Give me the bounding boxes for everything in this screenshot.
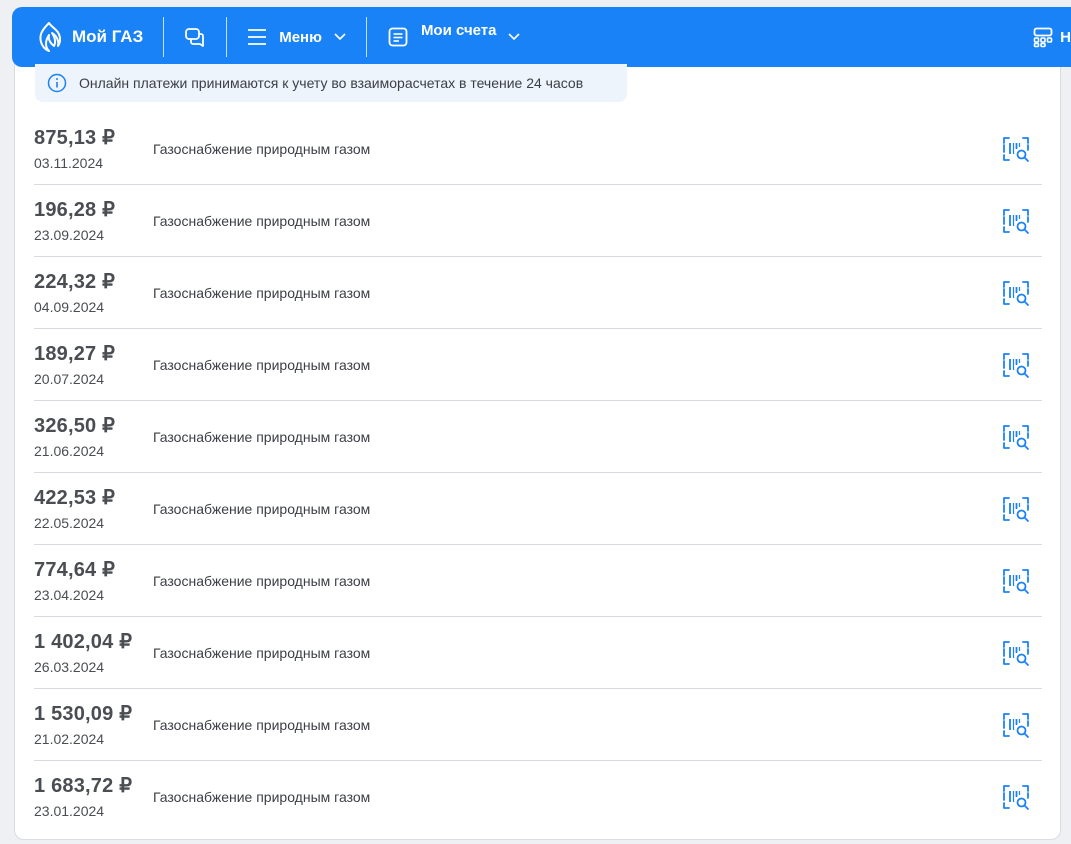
payment-date: 20.07.2024 xyxy=(34,371,105,387)
calculator-icon xyxy=(1033,27,1053,48)
right-nav-button[interactable]: Н xyxy=(1014,7,1071,67)
payment-description: Газоснабжение природным газом xyxy=(153,501,371,517)
payment-amount: 875,13 ₽ xyxy=(34,127,116,149)
payment-date: 23.04.2024 xyxy=(34,587,105,603)
payment-description: Газоснабжение природным газом xyxy=(153,285,371,301)
my-accounts-label: Мои счета xyxy=(420,21,497,39)
chat-button[interactable] xyxy=(164,7,226,67)
payment-date: 04.09.2024 xyxy=(34,299,105,315)
payment-amount: 326,50 ₽ xyxy=(34,415,116,437)
payment-description: Газоснабжение природным газом xyxy=(153,717,371,733)
info-notice-text: Онлайн платежи принимаются к учету во вз… xyxy=(79,75,584,91)
payment-amount: 196,28 ₽ xyxy=(34,199,116,221)
payment-description: Газоснабжение природным газом xyxy=(153,141,371,157)
chevron-down-icon xyxy=(334,33,346,41)
receipt-scan-icon[interactable] xyxy=(1002,495,1030,523)
payment-amount: 1 683,72 ₽ xyxy=(34,775,133,797)
payment-date: 23.09.2024 xyxy=(34,227,105,243)
payment-row: 326,50 ₽ 21.06.2024 Газоснабжение природ… xyxy=(34,401,1042,473)
payment-amount: 774,64 ₽ xyxy=(34,559,116,581)
payment-description: Газоснабжение природным газом xyxy=(153,573,371,589)
receipt-scan-icon[interactable] xyxy=(1002,567,1030,595)
brand-name: Мой ГАЗ xyxy=(72,27,144,46)
payment-row: 1 530,09 ₽ 21.02.2024 Газоснабжение прир… xyxy=(34,689,1042,761)
payment-row: 224,32 ₽ 04.09.2024 Газоснабжение природ… xyxy=(34,257,1042,329)
payment-row: 1 402,04 ₽ 26.03.2024 Газоснабжение прир… xyxy=(34,617,1042,689)
info-notice: Онлайн платежи принимаются к учету во вз… xyxy=(35,64,627,102)
chevron-down-icon xyxy=(508,33,521,41)
payment-amount: 422,53 ₽ xyxy=(34,487,116,509)
chat-bubbles-icon xyxy=(185,28,205,47)
payment-row: 1 683,72 ₽ 23.01.2024 Газоснабжение прир… xyxy=(34,761,1042,833)
receipt-scan-icon[interactable] xyxy=(1002,783,1030,811)
account-document-icon xyxy=(388,27,408,47)
my-accounts-button[interactable]: Мои счета xyxy=(367,7,541,67)
payment-amount: 1 530,09 ₽ xyxy=(34,703,133,725)
payment-row: 422,53 ₽ 22.05.2024 Газоснабжение природ… xyxy=(34,473,1042,545)
payment-date: 21.02.2024 xyxy=(34,731,105,747)
receipt-scan-icon[interactable] xyxy=(1002,279,1030,307)
receipt-scan-icon[interactable] xyxy=(1002,207,1030,235)
payment-date: 23.01.2024 xyxy=(34,803,105,819)
right-nav-label: Н xyxy=(1060,28,1071,46)
payment-date: 26.03.2024 xyxy=(34,659,105,675)
payment-date: 03.11.2024 xyxy=(34,155,104,171)
payment-amount: 224,32 ₽ xyxy=(34,271,116,293)
payment-row: 774,64 ₽ 23.04.2024 Газоснабжение природ… xyxy=(34,545,1042,617)
brand-logo-link[interactable]: Мой ГАЗ xyxy=(12,7,163,67)
payment-row: 875,13 ₽ 03.11.2024 Газоснабжение природ… xyxy=(34,113,1042,185)
top-nav-bar: Мой ГАЗ Меню Мои счета Н xyxy=(12,7,1071,67)
payment-row: 196,28 ₽ 23.09.2024 Газоснабжение природ… xyxy=(34,185,1042,257)
payment-description: Газоснабжение природным газом xyxy=(153,357,371,373)
payment-amount: 189,27 ₽ xyxy=(34,343,116,365)
payment-date: 22.05.2024 xyxy=(34,515,105,531)
receipt-scan-icon[interactable] xyxy=(1002,135,1030,163)
menu-button[interactable]: Меню xyxy=(227,7,366,67)
hamburger-icon xyxy=(248,29,267,45)
receipt-scan-icon[interactable] xyxy=(1002,711,1030,739)
payment-description: Газоснабжение природным газом xyxy=(153,429,371,445)
gas-flame-logo-icon xyxy=(39,22,62,52)
payment-date: 21.06.2024 xyxy=(34,443,105,459)
info-icon xyxy=(47,73,67,93)
payment-description: Газоснабжение природным газом xyxy=(153,789,371,805)
payments-list: 875,13 ₽ 03.11.2024 Газоснабжение природ… xyxy=(34,113,1042,833)
payment-row: 189,27 ₽ 20.07.2024 Газоснабжение природ… xyxy=(34,329,1042,401)
receipt-scan-icon[interactable] xyxy=(1002,423,1030,451)
menu-label: Меню xyxy=(279,28,322,46)
receipt-scan-icon[interactable] xyxy=(1002,351,1030,379)
payment-amount: 1 402,04 ₽ xyxy=(34,631,133,653)
receipt-scan-icon[interactable] xyxy=(1002,639,1030,667)
payment-description: Газоснабжение природным газом xyxy=(153,645,371,661)
payment-description: Газоснабжение природным газом xyxy=(153,213,371,229)
